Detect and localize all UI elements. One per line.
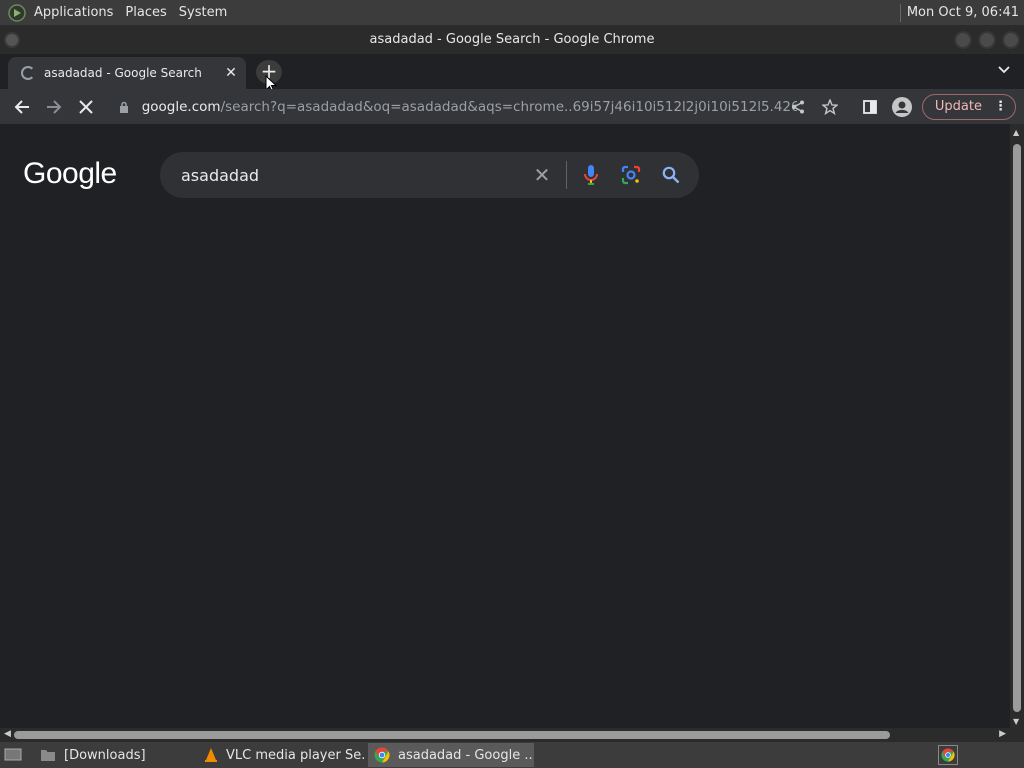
task-chrome[interactable]: asadadad - Google ... — [368, 743, 534, 767]
search-input[interactable]: asadadad — [160, 166, 522, 185]
horizontal-scrollbar[interactable]: ◀ ▶ — [0, 728, 1010, 742]
address-bar[interactable]: google.com/search?q=asadadad&oq=asadadad… — [107, 92, 797, 121]
search-box[interactable]: asadadad ✕ — [160, 152, 699, 198]
vertical-scrollbar[interactable]: ▲ ▼ — [1010, 124, 1024, 728]
menu-places[interactable]: Places — [119, 0, 172, 25]
chrome-icon — [374, 747, 390, 763]
panel-separator — [899, 3, 901, 22]
scrollbar-corner — [1010, 728, 1024, 742]
clear-search-icon[interactable]: ✕ — [522, 163, 562, 187]
search-icon[interactable] — [651, 155, 691, 195]
google-logo[interactable]: Google — [23, 157, 117, 191]
show-desktop-button[interactable] — [0, 743, 26, 767]
folder-icon — [40, 747, 56, 763]
window-menu-button[interactable] — [4, 32, 20, 48]
search-divider — [566, 161, 567, 189]
update-label: Update — [934, 99, 982, 114]
desktop-icon — [4, 748, 22, 761]
horizontal-scroll-thumb[interactable] — [14, 731, 890, 739]
close-window-button[interactable] — [1002, 31, 1020, 49]
bottom-taskbar: [Downloads] VLC media player Se... asada… — [0, 742, 1024, 768]
tab-close-icon[interactable]: ✕ — [221, 65, 241, 81]
scroll-right-icon[interactable]: ▶ — [999, 729, 1006, 739]
task-label: asadadad - Google ... — [398, 747, 534, 763]
scroll-up-icon[interactable]: ▲ — [1013, 128, 1019, 137]
vlc-icon — [204, 747, 218, 763]
side-panel-icon[interactable] — [854, 92, 886, 122]
task-label: [Downloads] — [64, 747, 146, 763]
maximize-button[interactable] — [978, 31, 996, 49]
page-content: Google asadadad ✕ — [0, 124, 1010, 728]
top-panel: Applications Places System Mon Oct 9, 06… — [0, 0, 1024, 25]
browser-toolbar: google.com/search?q=asadadad&oq=asadadad… — [0, 89, 1024, 124]
window-title: asadadad - Google Search - Google Chrome — [369, 32, 655, 47]
back-button[interactable] — [6, 92, 38, 122]
microphone-icon[interactable] — [571, 155, 611, 195]
tab-active[interactable]: asadadad - Google Search ✕ — [8, 57, 246, 89]
more-menu-icon[interactable]: ⋮ — [994, 99, 1007, 114]
gnome-logo-icon[interactable] — [6, 2, 28, 24]
lock-icon[interactable] — [119, 101, 132, 113]
scroll-down-icon[interactable]: ▼ — [1013, 717, 1019, 726]
url-text[interactable]: google.com/search?q=asadadad&oq=asadadad… — [142, 99, 797, 115]
minimize-button[interactable] — [954, 31, 972, 49]
vertical-scroll-thumb[interactable] — [1013, 144, 1021, 712]
profile-avatar-icon[interactable] — [886, 92, 918, 122]
arrow-left-icon — [14, 99, 29, 114]
update-button[interactable]: Update ⋮ — [921, 93, 1016, 120]
tab-strip: asadadad - Google Search ✕ + — [0, 54, 1024, 93]
task-downloads[interactable]: [Downloads] — [34, 743, 194, 767]
menu-applications[interactable]: Applications — [28, 0, 119, 25]
tab-title: asadadad - Google Search — [44, 66, 202, 80]
clock[interactable]: Mon Oct 9, 06:41 — [907, 5, 1024, 20]
chevron-down-icon[interactable] — [998, 63, 1010, 77]
task-label: VLC media player Se... — [226, 747, 364, 763]
share-icon[interactable] — [782, 92, 814, 122]
window-titlebar[interactable]: asadadad - Google Search - Google Chrome — [0, 25, 1024, 54]
tray-chrome-icon[interactable] — [938, 745, 958, 765]
forward-button[interactable] — [38, 92, 70, 122]
scroll-left-icon[interactable]: ◀ — [4, 729, 11, 739]
task-vlc[interactable]: VLC media player Se... — [198, 743, 364, 767]
stop-button[interactable] — [70, 92, 102, 122]
loading-spinner-icon — [21, 66, 35, 80]
google-lens-icon[interactable] — [611, 155, 651, 195]
menu-system[interactable]: System — [173, 0, 233, 25]
arrow-right-icon — [47, 99, 62, 114]
bookmark-star-icon[interactable] — [814, 92, 846, 122]
stop-x-icon — [79, 99, 93, 114]
